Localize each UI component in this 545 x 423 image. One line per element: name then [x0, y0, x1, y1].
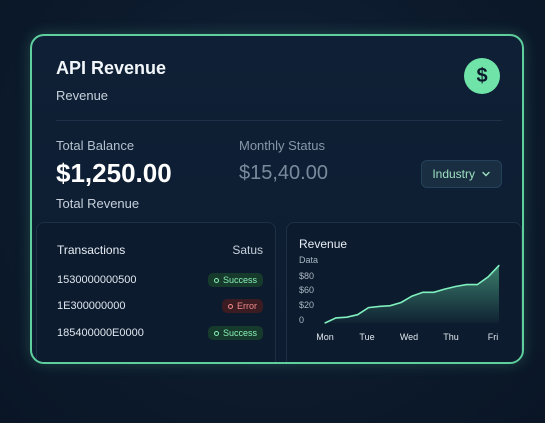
data-point	[324, 322, 326, 324]
data-point	[498, 264, 500, 266]
industry-dropdown[interactable]: Industry	[421, 160, 502, 188]
divider	[56, 120, 502, 121]
y-tick-label: 0	[299, 315, 304, 325]
status-dot-icon	[228, 303, 233, 309]
data-point	[389, 305, 391, 307]
status-badge: Success	[207, 273, 263, 287]
revenue-card: API Revenue Revenue $ Total Balance $1,2…	[30, 34, 524, 364]
data-point	[346, 316, 348, 318]
data-point	[400, 301, 402, 304]
data-point	[444, 288, 446, 290]
x-tick-label: Fri	[488, 332, 499, 342]
total-revenue-label: Total Revenue	[56, 196, 140, 211]
status-text: Success	[222, 328, 257, 338]
x-tick-label: Thu	[443, 332, 459, 342]
card-title: API Revenue	[56, 58, 167, 78]
dollar-icon: $	[464, 58, 500, 94]
monthly-status-label: Monthly Status	[239, 138, 325, 153]
y-tick-label: $20	[299, 300, 314, 310]
revenue-chart: Data $80 $60 $20 0 Mon Tue Wed Thu Fri	[299, 255, 500, 342]
total-balance-value: $1,250.00	[56, 158, 172, 188]
transaction-id: 1E300000000	[57, 300, 126, 312]
y-tick-label: Data	[299, 255, 318, 265]
data-point	[476, 284, 478, 286]
data-point	[357, 314, 359, 316]
transactions-panel: Transactions Satus 1530000000500 Success…	[36, 222, 276, 362]
status-dot-icon	[213, 330, 219, 336]
card-subtitle: Revenue	[56, 88, 109, 103]
table-row[interactable]: 1E300000000 Error	[57, 297, 263, 315]
y-tick-label: $80	[299, 271, 314, 281]
data-point	[367, 307, 370, 309]
x-tick-label: Wed	[400, 332, 418, 342]
data-point	[378, 305, 380, 307]
data-point	[433, 291, 435, 293]
monthly-status-value: $15,40.00	[239, 162, 328, 184]
x-tick-label: Mon	[316, 332, 334, 342]
status-badge: Success	[207, 326, 263, 340]
dropdown-selected-value: Industry	[432, 167, 475, 181]
chevron-down-icon	[482, 171, 490, 177]
data-point	[465, 284, 467, 286]
data-point	[487, 276, 489, 278]
status-header: Satus	[232, 243, 263, 257]
status-text: Success	[222, 275, 257, 285]
status-text: Error	[237, 301, 257, 311]
total-balance-label: Total Balance	[56, 138, 135, 153]
transactions-header: Transactions	[57, 243, 126, 257]
transaction-id: 1530000000500	[57, 274, 137, 286]
data-point	[422, 291, 424, 293]
revenue-area	[325, 265, 499, 323]
y-tick-label: $60	[299, 285, 314, 295]
data-point	[411, 295, 413, 297]
x-tick-label: Tue	[359, 332, 374, 342]
transaction-id: 185400000E0000	[57, 327, 144, 339]
status-badge: Error	[222, 299, 263, 313]
table-row[interactable]: 185400000E0000 Success	[57, 324, 263, 342]
table-row[interactable]: 1530000000500 Success	[57, 271, 263, 289]
data-point	[335, 317, 337, 319]
data-point	[454, 285, 457, 288]
status-dot-icon	[213, 277, 219, 283]
revenue-chart-panel: Revenue Data $80 $60 $20 0 Mon Tue Wed Thu Fri	[286, 222, 522, 362]
